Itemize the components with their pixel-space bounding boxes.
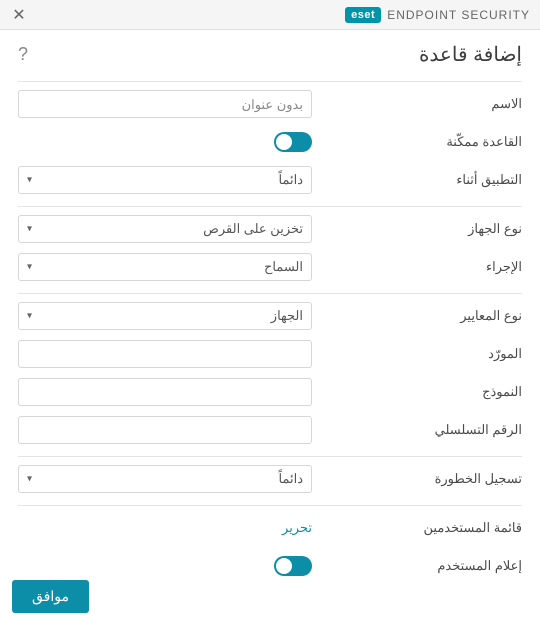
severity-value: دائماً bbox=[27, 471, 303, 487]
vendor-input[interactable] bbox=[18, 340, 312, 368]
action-label: الإجراء bbox=[312, 259, 522, 275]
help-icon[interactable]: ? bbox=[18, 44, 28, 65]
section-criteria: نوع المعايير الجهاز ▾ المورّد النموذج ال… bbox=[18, 293, 522, 446]
footer: موافق bbox=[12, 580, 89, 613]
userlist-label: قائمة المستخدمين bbox=[312, 520, 522, 536]
enabled-label: القاعدة ممكّنة bbox=[312, 134, 522, 150]
titlebar: ✕ eset ENDPOINT SECURITY bbox=[0, 0, 540, 30]
brand-badge: eset bbox=[345, 7, 381, 23]
brand: eset ENDPOINT SECURITY bbox=[345, 7, 530, 23]
section-general: الاسم القاعدة ممكّنة التطبيق أثناء دائما… bbox=[18, 81, 522, 196]
serial-label: الرقم التسلسلي bbox=[312, 422, 522, 438]
model-input[interactable] bbox=[18, 378, 312, 406]
criteria-type-select[interactable]: الجهاز ▾ bbox=[18, 302, 312, 330]
chevron-down-icon: ▾ bbox=[27, 311, 32, 322]
vendor-label: المورّد bbox=[312, 346, 522, 362]
chevron-down-icon: ▾ bbox=[27, 474, 32, 485]
enabled-toggle[interactable] bbox=[274, 132, 312, 152]
device-type-label: نوع الجهاز bbox=[312, 221, 522, 237]
page-title: إضافة قاعدة bbox=[419, 42, 522, 67]
chevron-down-icon: ▾ bbox=[27, 175, 32, 186]
section-severity: تسجيل الخطورة دائماً ▾ bbox=[18, 456, 522, 495]
close-icon[interactable]: ✕ bbox=[10, 6, 28, 24]
edit-link[interactable]: تحرير bbox=[282, 520, 312, 536]
device-type-value: تخزين على القرص bbox=[27, 221, 303, 237]
serial-input[interactable] bbox=[18, 416, 312, 444]
action-select[interactable]: السماح ▾ bbox=[18, 253, 312, 281]
criteria-type-value: الجهاز bbox=[27, 308, 303, 324]
chevron-down-icon: ▾ bbox=[27, 262, 32, 273]
content: إضافة قاعدة ? الاسم القاعدة ممكّنة التطب… bbox=[0, 30, 540, 600]
name-input[interactable] bbox=[18, 90, 312, 118]
section-users: قائمة المستخدمين تحرير إعلام المستخدم bbox=[18, 505, 522, 582]
apply-value: دائماً bbox=[27, 172, 303, 188]
action-value: السماح bbox=[27, 259, 303, 275]
section-device: نوع الجهاز تخزين على القرص ▾ الإجراء الس… bbox=[18, 206, 522, 283]
model-label: النموذج bbox=[312, 384, 522, 400]
apply-label: التطبيق أثناء bbox=[312, 172, 522, 188]
device-type-select[interactable]: تخزين على القرص ▾ bbox=[18, 215, 312, 243]
chevron-down-icon: ▾ bbox=[27, 224, 32, 235]
name-label: الاسم bbox=[312, 96, 522, 112]
ok-button[interactable]: موافق bbox=[12, 580, 89, 613]
apply-select[interactable]: دائماً ▾ bbox=[18, 166, 312, 194]
heading-row: إضافة قاعدة ? bbox=[18, 42, 522, 67]
criteria-type-label: نوع المعايير bbox=[312, 308, 522, 324]
severity-label: تسجيل الخطورة bbox=[312, 471, 522, 487]
severity-select[interactable]: دائماً ▾ bbox=[18, 465, 312, 493]
brand-text: ENDPOINT SECURITY bbox=[387, 8, 530, 22]
notify-label: إعلام المستخدم bbox=[312, 558, 522, 574]
notify-toggle[interactable] bbox=[274, 556, 312, 576]
